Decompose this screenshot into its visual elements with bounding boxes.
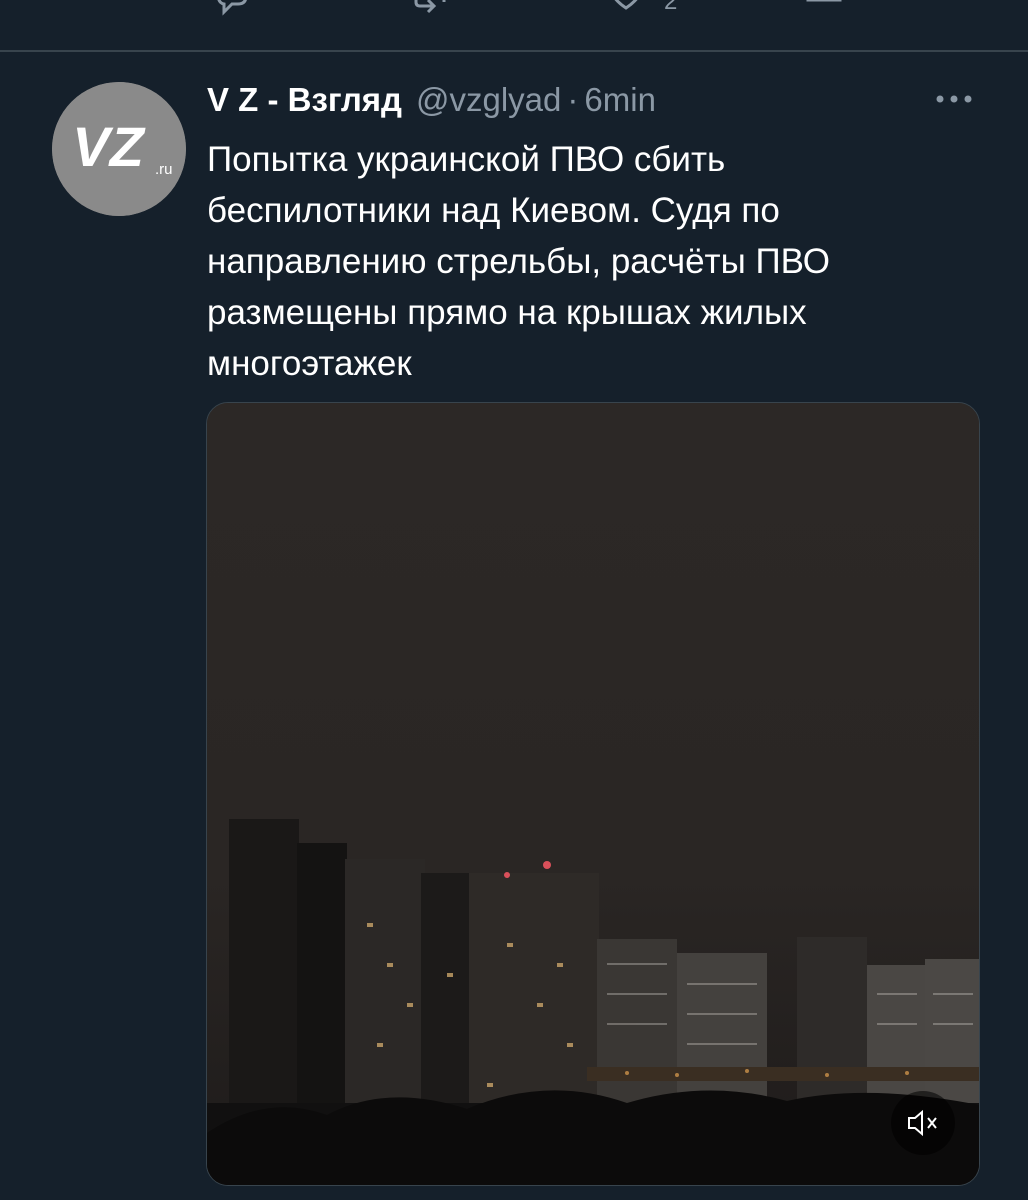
timeline: 2 VZ .ru V Z - Взгляд @vzglyad · 6min По… (0, 0, 1028, 1200)
video-player[interactable] (206, 402, 980, 1186)
more-icon[interactable] (934, 84, 974, 114)
separator: · (567, 81, 579, 118)
divider (0, 50, 1028, 52)
avatar-logo-text: VZ (72, 115, 145, 178)
retweet-icon[interactable] (410, 0, 450, 16)
share-icon[interactable] (804, 0, 844, 16)
tweet-text-line: Попытка украинской ПВО сбить (207, 140, 726, 179)
timestamp[interactable]: 6min (584, 81, 656, 119)
tweet-text-line: размещены прямо на крышах жилых (207, 293, 807, 332)
tweet-text-line: беспилотники над Киевом. Судя по (207, 191, 780, 230)
avatar-logo-suffix: .ru (155, 161, 173, 178)
like-icon[interactable] (606, 0, 646, 16)
video-frame (207, 403, 979, 1185)
tweet-text-line: направлению стрельбы, расчёты ПВО (207, 242, 831, 281)
display-name[interactable]: V Z - Взгляд (207, 81, 402, 119)
previous-tweet-actions: 2 (0, 0, 1028, 50)
like-count: 2 (664, 0, 678, 15)
handle[interactable]: @vzglyad (416, 81, 561, 119)
tweet-text-line: многоэтажек (207, 344, 412, 383)
reply-icon[interactable] (212, 0, 252, 16)
tweet-text: Попытка украинской ПВО сбить беспилотник… (207, 134, 967, 389)
avatar[interactable]: VZ .ru (52, 82, 186, 216)
speaker-muted-icon[interactable] (891, 1091, 955, 1155)
tweet-header: V Z - Взгляд @vzglyad · 6min (207, 78, 656, 122)
